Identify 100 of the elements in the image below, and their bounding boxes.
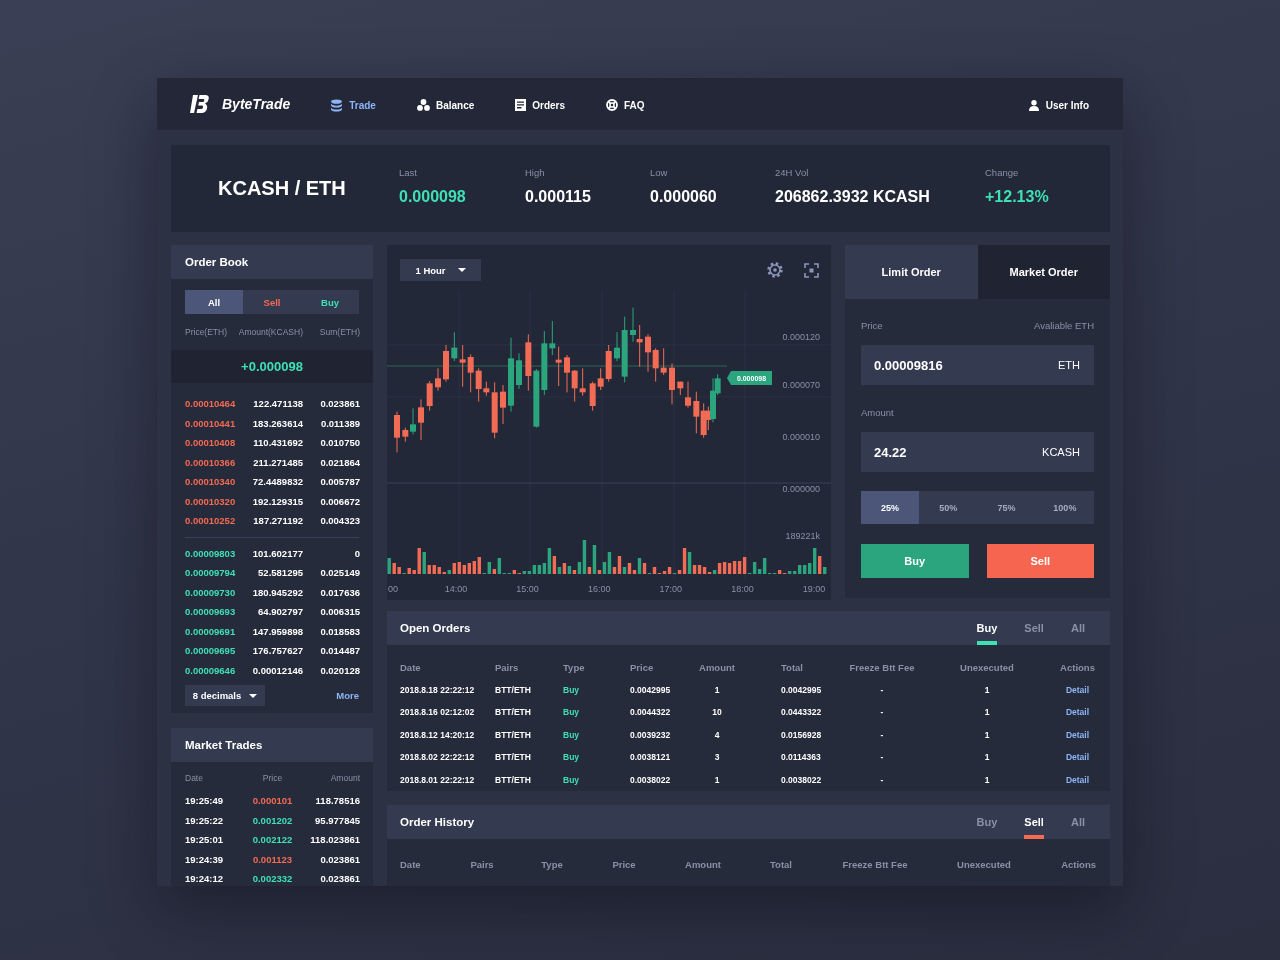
sum-cell: 0.018583 — [320, 625, 360, 637]
table-cell: - — [880, 752, 884, 763]
amount-cell: 64.902797 — [258, 606, 303, 618]
detail-link[interactable]: Detail — [1065, 684, 1090, 695]
database-icon — [330, 98, 344, 112]
amount-cell: 72.4489832 — [252, 476, 303, 488]
order-type-tab[interactable]: Market Order — [977, 245, 1110, 299]
table-cell: 0.0038022 — [781, 774, 822, 785]
filter-tab[interactable]: Sell — [1024, 805, 1044, 839]
table-cell: BTT/ETH — [495, 684, 531, 695]
segment-tab[interactable]: Sell — [243, 290, 301, 314]
column-header: Actions — [1060, 661, 1095, 673]
amount-cell: 122.471138 — [253, 398, 303, 410]
sum-cell: 0.023861 — [320, 398, 360, 410]
price-input[interactable]: 0.00009816 ETH — [861, 345, 1094, 385]
available-label: Avaliable ETH — [1033, 319, 1094, 331]
axis-label: 0.000000 — [782, 484, 820, 494]
sum-cell: 0.004323 — [320, 515, 360, 527]
panel-title: Order History — [400, 816, 475, 828]
field-label: Price — [861, 319, 883, 331]
filter-tab[interactable]: Buy — [976, 805, 998, 839]
column-header: Amount(KCASH) — [238, 327, 303, 337]
nav-link[interactable]: Trade — [330, 96, 376, 112]
table-cell: 2018.8.16 02:12:02 — [400, 707, 475, 718]
order-type-tab[interactable]: Limit Order — [845, 245, 978, 299]
time-cell: 19:24:39 — [185, 853, 224, 865]
sum-cell: 0.020128 — [320, 664, 360, 676]
fullscreen-icon[interactable] — [804, 262, 819, 278]
logo-icon — [190, 95, 209, 113]
volume-label: 189221k — [785, 531, 820, 541]
segment-tab[interactable]: Buy — [301, 290, 359, 314]
amount-cell: 118.78516 — [315, 795, 360, 807]
table-cell: 2018.8.02 22:22:12 — [400, 752, 475, 763]
brand-name: ByteTrade — [222, 96, 291, 112]
table-cell: BTT/ETH — [495, 752, 531, 763]
price-cell: 0.001202 — [252, 814, 293, 826]
sum-cell: 0.014487 — [320, 645, 360, 657]
column-header: Actions — [1061, 858, 1096, 870]
time-cell: 19:25:01 — [185, 834, 224, 846]
amount-input[interactable]: 24.22 KCASH — [861, 432, 1094, 472]
table-cell: - — [880, 684, 884, 695]
filter-tab[interactable]: All — [1070, 611, 1085, 645]
column-header: Sum(ETH) — [319, 327, 360, 337]
user-menu[interactable]: User Info — [1028, 97, 1089, 111]
percent-option[interactable]: 25% — [861, 491, 920, 524]
amount-cell: 176.757627 — [252, 645, 303, 657]
detail-link[interactable]: Detail — [1065, 774, 1090, 785]
amount-cell: 118.023861 — [310, 834, 360, 846]
table-cell: - — [880, 707, 884, 718]
price-cell: 0.00010340 — [185, 476, 236, 488]
sum-cell: 0 — [354, 547, 360, 559]
sum-cell: 0.021864 — [320, 456, 360, 468]
price-cell: 0.00009695 — [185, 645, 236, 657]
table-cell: 4 — [714, 729, 720, 740]
type-cell: Buy — [563, 774, 580, 785]
type-cell: Buy — [563, 684, 580, 695]
table-cell: BTT/ETH — [495, 774, 531, 785]
filter-tab[interactable]: Sell — [1024, 611, 1044, 645]
price-cell: 0.00009794 — [185, 567, 236, 579]
column-header: Pairs — [495, 661, 519, 673]
axis-label: 16:00 — [587, 584, 611, 594]
column-header: Price — [262, 773, 283, 783]
price-cell: 0.00010366 — [185, 456, 236, 468]
axis-label: 00 — [388, 584, 398, 594]
amount-cell: 183.263614 — [252, 417, 303, 429]
amount-cell: 0.00012146 — [252, 664, 303, 676]
column-header: Pairs — [470, 858, 494, 870]
table-cell: 0.0038121 — [630, 752, 671, 763]
table-cell: 0.0443322 — [781, 707, 822, 718]
filter-tab[interactable]: All — [1070, 805, 1085, 839]
segment-tab[interactable]: All — [185, 290, 243, 314]
interval-dropdown[interactable]: 1 Hour — [400, 259, 481, 281]
stat-label: Change — [985, 167, 1019, 178]
sum-cell: 0.017636 — [320, 586, 360, 598]
price-cell: 0.001123 — [252, 853, 293, 865]
table-cell: 2018.8.12 14:20:12 — [400, 729, 475, 740]
column-header: Price — [630, 661, 654, 673]
table-cell: BTT/ETH — [495, 729, 531, 740]
table-cell: 1 — [984, 729, 990, 740]
detail-link[interactable]: Detail — [1065, 707, 1090, 718]
decimals-dropdown[interactable]: 8 decimals — [185, 685, 265, 706]
nav-link[interactable]: Balance — [416, 97, 475, 111]
nav-link[interactable]: FAQ — [606, 97, 645, 111]
sum-cell: 0.010750 — [320, 437, 360, 449]
price-cell: 0.00009730 — [185, 586, 236, 598]
amount-cell: 187.271192 — [253, 515, 303, 527]
column-header: Amount — [699, 661, 735, 673]
more-link[interactable]: More — [336, 690, 359, 701]
column-header: Amount — [685, 858, 721, 870]
table-cell: 2018.8.01 22:22:12 — [400, 774, 475, 785]
detail-link[interactable]: Detail — [1065, 729, 1090, 740]
amount-cell: 0.023861 — [320, 873, 360, 885]
column-header: Total — [781, 661, 803, 673]
axis-label: 0.000070 — [782, 380, 820, 390]
detail-link[interactable]: Detail — [1065, 752, 1090, 763]
table-cell: 0.0042995 — [781, 684, 822, 695]
settings-icon[interactable] — [767, 262, 783, 278]
nav-link[interactable]: Orders — [515, 97, 566, 111]
filter-tab[interactable]: Buy — [976, 611, 998, 645]
stat-label: High — [525, 167, 545, 178]
